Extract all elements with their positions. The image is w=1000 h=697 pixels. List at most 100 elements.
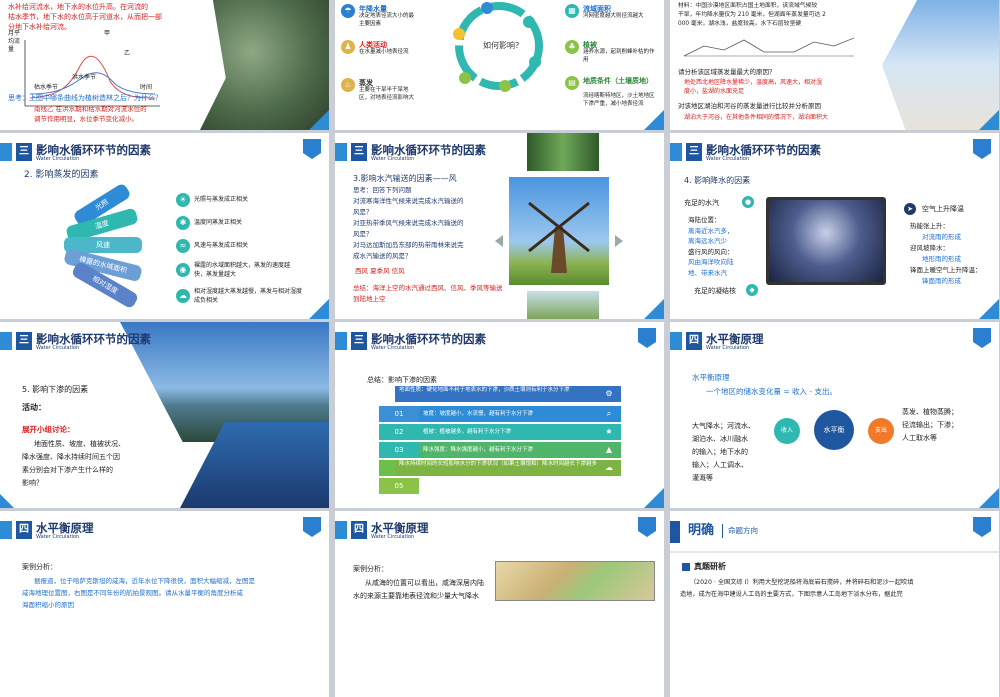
summary-label: 总结：影响下渗的因素 <box>367 376 437 384</box>
corner-decoration <box>979 299 999 319</box>
heading: 水平衡原理 <box>692 373 730 382</box>
water-icon: ◉ <box>176 263 190 277</box>
slide-thumbnail-3[interactable]: 材料：中国沙漠地区面积占国土地面积，该流域气候较 干旱，年均降水量仅为 210 毫… <box>670 0 999 130</box>
slide-header: 三 影响水循环环节的因素 Water Circulation <box>335 143 505 167</box>
label-flood: 洪水季节 <box>72 74 97 81</box>
row-strip: 坡度：坡度越小，水流慢，越有利于水分下渗 <box>419 406 597 422</box>
slide-thumbnail-4[interactable]: 三 影响水循环环节的因素 Water Circulation 2. 影响蒸发的因… <box>0 133 329 319</box>
slide-header: 三 影响水循环环节的因素 Water Circulation <box>670 143 840 167</box>
evaporation-icon: ♨ <box>341 78 355 92</box>
row-strip: 植被：植被越多，越有利于水分下渗 <box>419 424 597 440</box>
header-bar <box>335 143 347 161</box>
question-body: （2020 · 全国文综 I）利用大型挖泥船将海底岩石搅碎，并将碎石和泥沙一起吹… <box>680 579 914 598</box>
chart-ylabel: 月平均流量 <box>8 30 21 53</box>
bamboo-photo <box>527 133 599 171</box>
title-divider <box>722 524 723 538</box>
slide-thumbnail-12[interactable]: 明确 命题方向 真题研析 （2020 · 全国文综 I）利用大型挖泥船将海底岩石… <box>670 511 999 697</box>
section-badge: 三 <box>16 332 32 350</box>
question-1: 请分析该区域蒸发量最大的原因？ <box>678 68 776 76</box>
section-heading: 5. 影响下渗的因素 <box>22 385 89 394</box>
right-title: 空气上升降温 <box>922 205 964 213</box>
rain-icon: ☂ <box>341 4 355 18</box>
slide-thumbnail-5[interactable]: 三 影响水循环环节的因素 Water Circulation 3.影响水汽输送的… <box>335 133 664 319</box>
star-icon: ★ <box>597 424 621 440</box>
question: 思考：上图中哪条曲线为植树造林之后？为什么？ <box>8 94 162 102</box>
temperature-icon: ✱ <box>176 216 190 230</box>
school-logo <box>303 517 321 537</box>
slide-thumbnail-10[interactable]: 四 水平衡原理 Water Circulation 案例分析： 据报道，位于哈萨… <box>0 511 329 697</box>
header-bar <box>0 521 12 539</box>
section-subtitle: 命题方向 <box>728 526 758 535</box>
label-yi: 乙 <box>124 50 131 57</box>
school-logo <box>638 517 656 537</box>
lightning-photo <box>766 197 886 285</box>
wind-icon: ≈ <box>176 239 190 253</box>
expense-circle: 支出 <box>868 418 894 444</box>
corner-decoration <box>309 299 329 319</box>
case-body: 从咸海的位置可以看出，咸海深居内陆 水的来源主要靠地表径流和少量大气降水 <box>353 579 484 600</box>
slide-header: 三 影响水循环环节的因素 Water Circulation <box>0 332 170 356</box>
item-title: 地质条件（土壤质地） <box>583 77 653 85</box>
answers: 西风 夏季风 信风 <box>355 267 405 275</box>
factor-text: 裸露的水域面积越大，蒸发的速度越快，蒸发量越大 <box>194 262 291 278</box>
item-desc: 在水量减小地表径流 <box>359 49 409 55</box>
divider <box>670 551 999 553</box>
slide-subtitle: Water Circulation <box>706 156 750 162</box>
corner-decoration <box>0 494 14 508</box>
slide-thumbnail-6[interactable]: 三 影响水循环环节的因素 Water Circulation 4. 影响降水的因… <box>670 133 999 319</box>
question-2: 对该地区湖泊和河谷的蒸发量进行比较并分析原因 <box>678 102 821 110</box>
slide-thumbnail-11[interactable]: 四 水平衡原理 Water Circulation 案例分析： 从咸海的位置可以… <box>335 511 664 697</box>
material-text: 材料：中国沙漠地区面积占国土地面积，该流域气候较 干旱，年均降水量仅为 210 毫… <box>678 3 826 27</box>
factor-text: 光照与蒸发成正相关 <box>194 196 249 203</box>
slide-subtitle: Water Circulation <box>371 534 415 540</box>
task-body: 地面性质、坡度、植被状况、 降水强度、降水持续时间五个因 素分别会对下渗产生什么样的… <box>22 440 125 487</box>
aral-sea-map <box>495 561 655 601</box>
next-arrow-icon[interactable] <box>615 235 623 247</box>
corner-decoration <box>309 110 329 130</box>
particle-icon: ◆ <box>746 284 758 296</box>
slide-thumbnail-9[interactable]: 四 水平衡原理 Water Circulation 水平衡原理 一个地区的储水变… <box>670 322 999 508</box>
navigation-icon: ➤ <box>904 203 916 215</box>
item-desc: 河网密度越大则径流越大 <box>583 13 644 19</box>
corner-decoration <box>644 488 664 508</box>
landscape-photo <box>527 291 599 319</box>
section-heading: 4. 影响降水的因素 <box>684 176 751 185</box>
slide-header: 四 水平衡原理 Water Circulation <box>0 521 170 545</box>
header-bar <box>335 521 347 539</box>
factor-text: 温度同蒸发正相关 <box>194 219 243 226</box>
label-marker <box>682 563 690 571</box>
right-lines: 热能张上升： 对流雨的形成 迎风坡降水： 地形雨的形成 锋面上暖空气上升降温： 锋面雨的形… <box>910 222 982 285</box>
prev-arrow-icon[interactable] <box>495 235 503 247</box>
label: 真题研析 <box>694 562 726 571</box>
slide-header: 三 影响水循环环节的因素 Water Circulation <box>0 143 170 167</box>
slide-thumbnail-8[interactable]: 三 影响水循环环节的因素 Water Circulation 总结：影响下渗的因… <box>335 322 664 508</box>
drop-icon: ● <box>742 196 754 208</box>
section-badge: 四 <box>686 332 702 350</box>
title-accent-bar <box>670 521 680 543</box>
answer: 南线乙 在洪水期和枯水期对河流水位的 调节作用明显，水位季节变化减小。 <box>34 105 147 123</box>
windmill-photo <box>509 177 609 285</box>
person-icon: ♟ <box>341 40 355 54</box>
header-bar <box>670 332 682 350</box>
gear-icon: ⚙ <box>597 386 621 402</box>
section-badge: 三 <box>16 143 32 161</box>
area-icon: ▦ <box>565 4 579 18</box>
slide-thumbnail-1[interactable]: 水补给河流水，地下水的水位升高。在河流的 枯水季节，地下水的水位高于河道水，从而把… <box>0 0 329 130</box>
balance-circle: 水平衡 <box>814 410 854 450</box>
expense-list: 蒸发、植物蒸腾； 径流输出；下渗； 人工取水等 <box>902 408 958 442</box>
school-logo <box>973 328 991 348</box>
slide-subtitle: Water Circulation <box>371 345 415 351</box>
row-strip: 降水强度：降水强度越小，越有利于水分下渗 <box>419 442 597 458</box>
header-bar <box>670 143 682 161</box>
light-icon: ☀ <box>176 193 190 207</box>
slide-subtitle: Water Circulation <box>36 156 80 162</box>
slide-thumbnail-7[interactable]: 三 影响水循环环节的因素 Water Circulation 5. 影响下渗的因… <box>0 322 329 508</box>
corner-decoration <box>644 299 664 319</box>
slide-thumbnail-2[interactable]: ☂ 年降水量 决定地表径流大小的最主要因素 ♟ 人类活动 在水量减小地表径流 ♨… <box>335 0 664 130</box>
left-title: 充足的水汽 <box>684 199 719 207</box>
section-title: 明确 <box>688 523 715 538</box>
humidity-icon: ☁ <box>176 289 190 303</box>
row-number: 05 <box>379 478 419 494</box>
school-logo <box>638 328 656 348</box>
answer-1: 地处西北地区降水量稀少，温度高，风速大，相对湿 度小，盐湖的水面充足 <box>684 79 823 95</box>
